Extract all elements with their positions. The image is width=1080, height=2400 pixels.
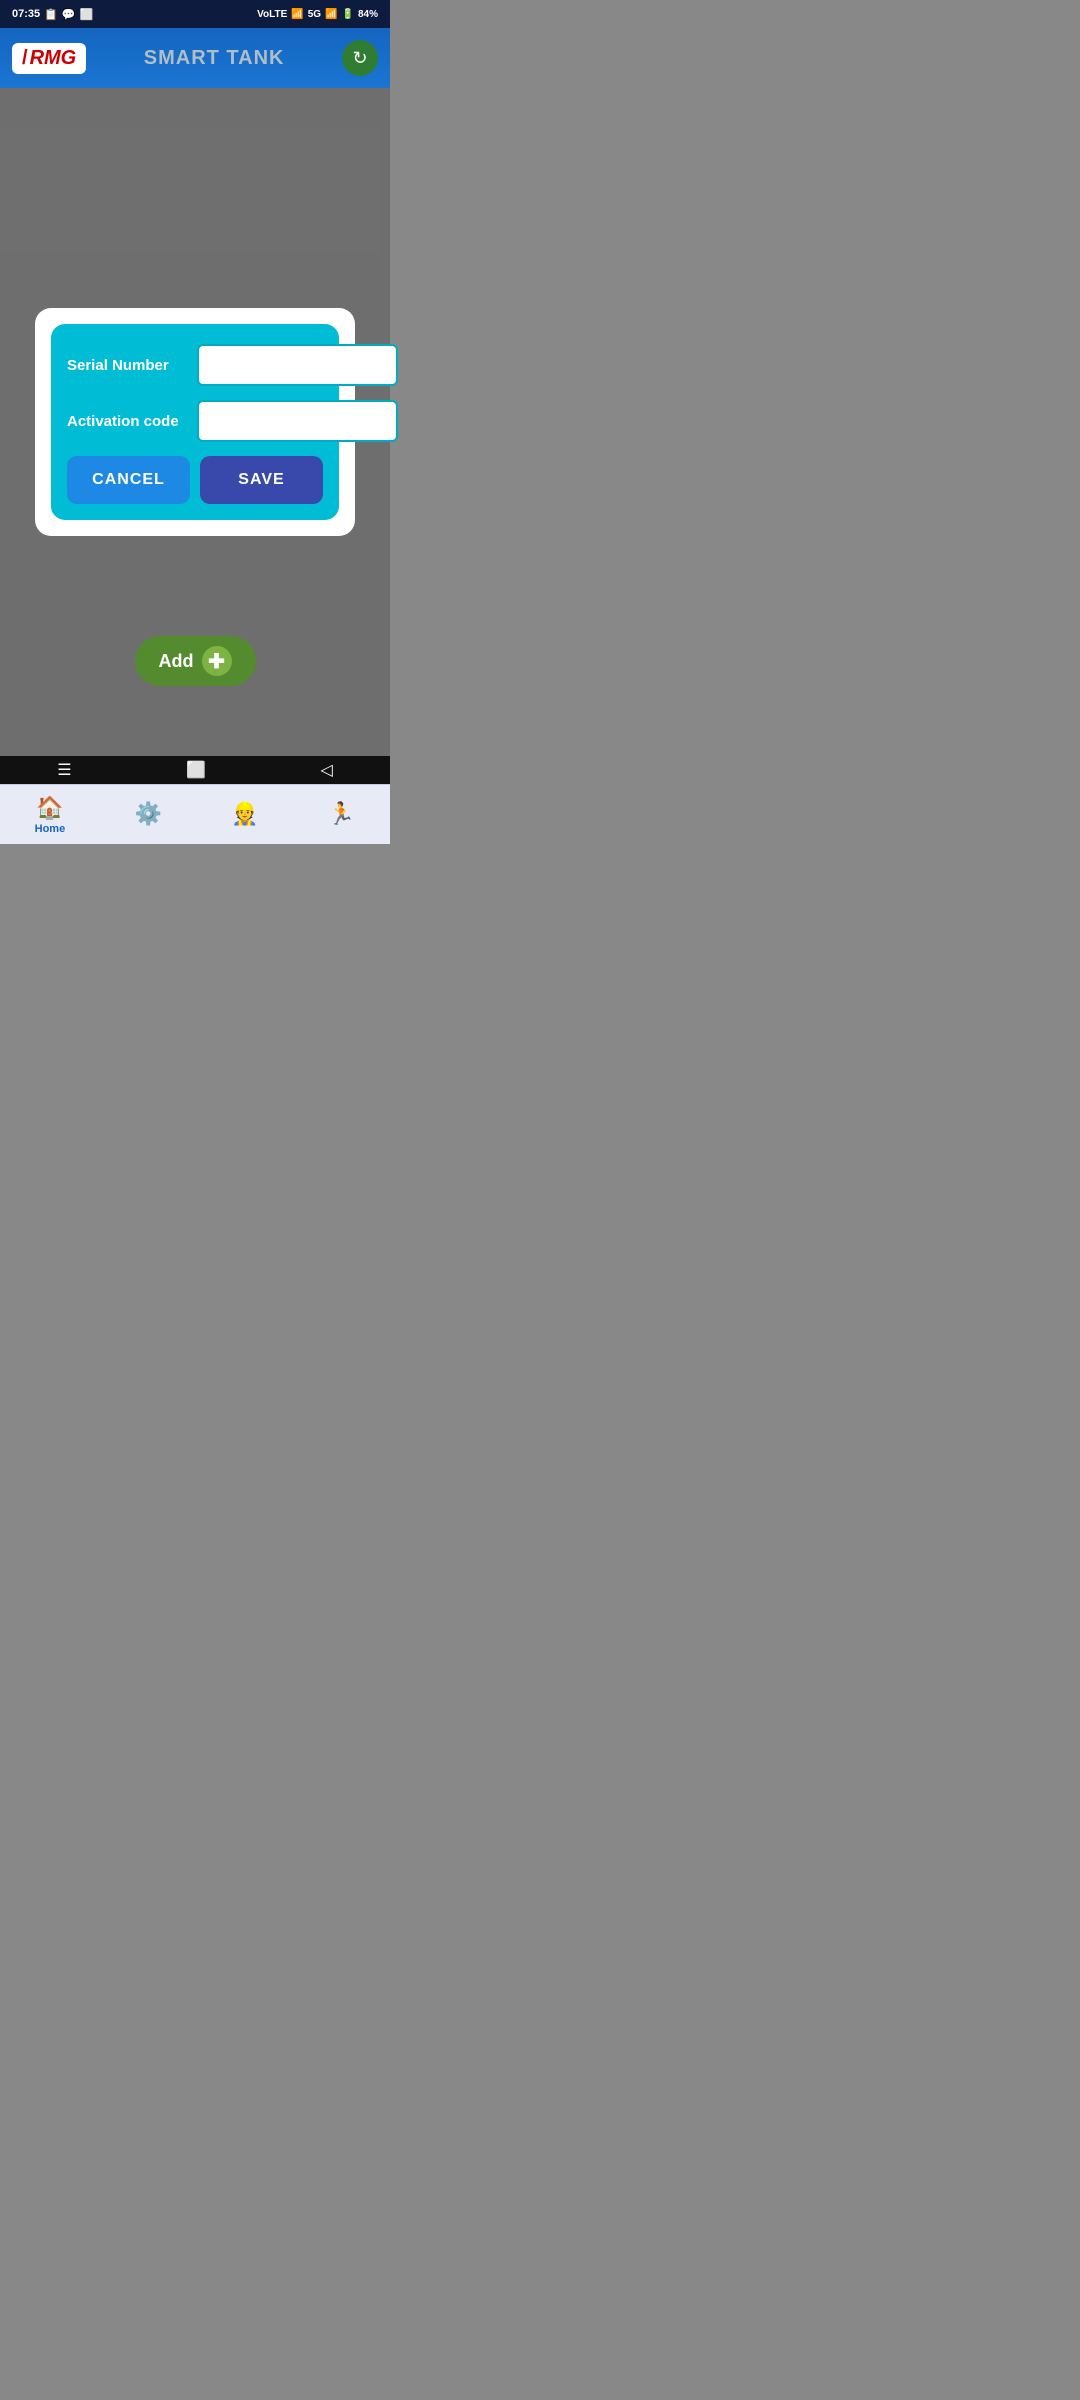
user-icon: 👷: [231, 801, 258, 827]
5g-icon: 5G: [308, 9, 321, 20]
activation-code-row: Activation code: [67, 400, 323, 442]
time-text: 07:35: [12, 8, 40, 20]
signal2-icon: 📶: [325, 9, 337, 20]
add-button-label: Add: [159, 651, 194, 672]
bottom-area: Add ✚: [0, 636, 390, 696]
status-time: 07:35 📋 💬 ⬜: [12, 8, 93, 21]
scan-icon: ⬜: [80, 8, 94, 21]
settings-icon: ⚙️: [135, 801, 162, 827]
app-header: / RMG SMART TANK ↻: [0, 28, 390, 88]
signal-icon: 📶: [291, 9, 303, 20]
logo-box: / RMG: [12, 43, 86, 74]
nav-item-home[interactable]: 🏠 Home: [35, 795, 66, 835]
system-nav-bar: ☰ ⬜ ◁: [0, 756, 390, 784]
sys-home-icon[interactable]: ⬜: [186, 760, 206, 780]
msg-icon: 💬: [62, 8, 76, 21]
dialog-outer: Serial Number Activation code CANCEL SAV…: [35, 308, 355, 536]
status-icons: VoLTE 📶 5G 📶 🔋 84%: [257, 9, 378, 20]
battery-text: 84%: [358, 9, 378, 20]
home-label: Home: [35, 823, 66, 835]
dialog-buttons: CANCEL SAVE: [67, 456, 323, 504]
nav-bar: 🏠 Home ⚙️ 👷 🏃: [0, 784, 390, 844]
dialog-inner: Serial Number Activation code CANCEL SAV…: [51, 324, 339, 520]
home-icon: 🏠: [36, 795, 63, 821]
serial-number-label: Serial Number: [67, 357, 187, 374]
sim-icon: 📋: [44, 8, 58, 21]
activity-icon: 🏃: [328, 801, 355, 827]
save-button[interactable]: SAVE: [200, 456, 323, 504]
main-content: Serial Number Activation code CANCEL SAV…: [0, 88, 390, 756]
sys-back-icon[interactable]: ◁: [320, 760, 332, 780]
nav-item-settings[interactable]: ⚙️: [135, 801, 162, 829]
add-button[interactable]: Add ✚: [135, 636, 256, 686]
app-title: SMART TANK: [144, 47, 285, 70]
activation-code-input[interactable]: [197, 400, 398, 442]
volte-icon: VoLTE: [257, 9, 287, 20]
nav-item-activity[interactable]: 🏃: [328, 801, 355, 829]
add-plus-icon: ✚: [202, 646, 232, 676]
battery-icon: 🔋: [342, 9, 354, 20]
sys-menu-icon[interactable]: ☰: [57, 760, 71, 780]
logo-text: RMG: [30, 47, 77, 70]
status-bar: 07:35 📋 💬 ⬜ VoLTE 📶 5G 📶 🔋 84%: [0, 0, 390, 28]
logo-slash: /: [22, 47, 28, 70]
serial-number-row: Serial Number: [67, 344, 323, 386]
cancel-button[interactable]: CANCEL: [67, 456, 190, 504]
activation-code-label: Activation code: [67, 413, 187, 430]
serial-number-input[interactable]: [197, 344, 398, 386]
nav-item-user[interactable]: 👷: [231, 801, 258, 829]
refresh-button[interactable]: ↻: [342, 40, 378, 76]
